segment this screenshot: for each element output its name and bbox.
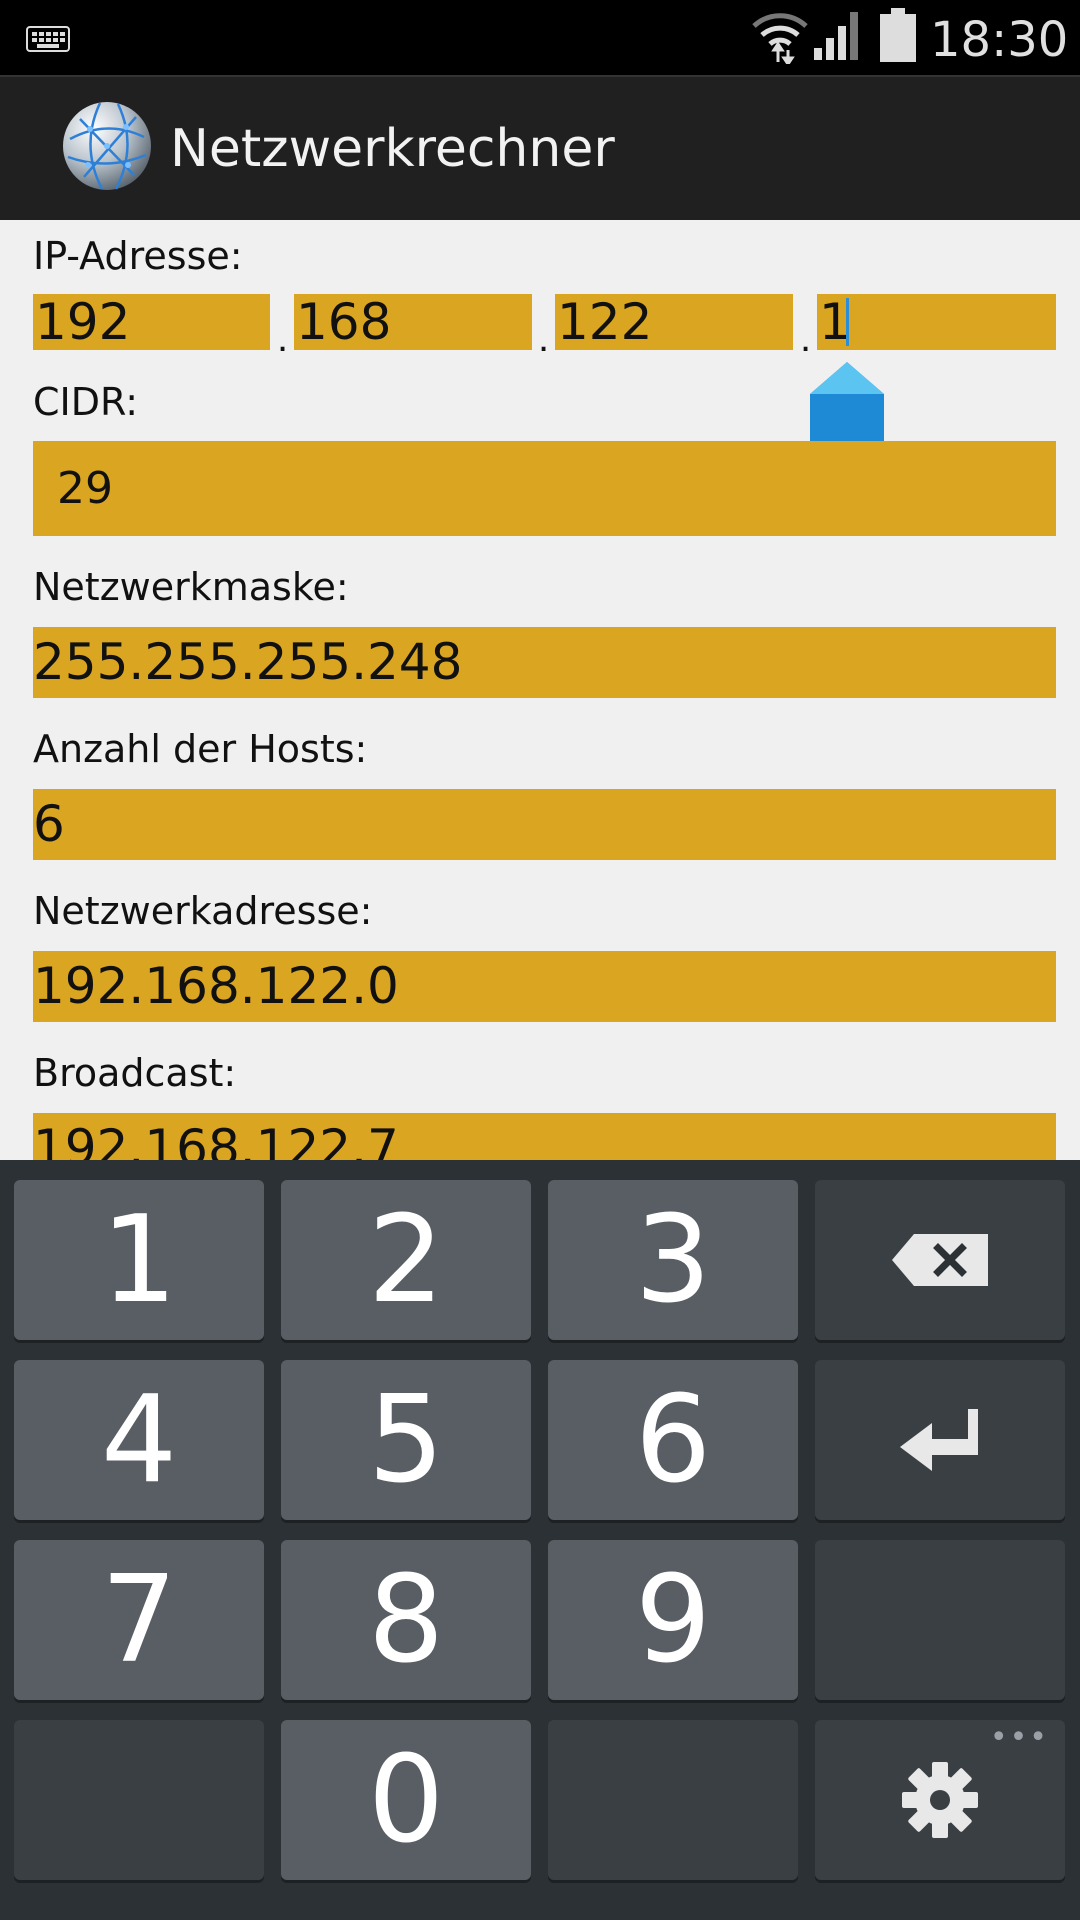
network-address-value: 192.168.122.0 [33,957,399,1015]
enter-icon [900,1409,978,1471]
action-bar: Netzwerkrechner [0,75,1080,220]
ip-octet-1-input[interactable]: 192 [33,294,270,350]
calculator-form: IP-Adresse: 192 . 168 . 122 . 1 CIDR: 29… [0,220,1080,1160]
ip-separator: . [538,316,550,360]
broadcast-value: 192.168.122.7 [33,1119,399,1160]
ip-octet-3-input[interactable]: 122 [555,294,793,350]
app-title: Netzwerkrechner [170,119,615,179]
key-7[interactable]: 7 [14,1540,264,1700]
ip-separator: . [277,316,289,360]
gear-icon [902,1762,978,1838]
ip-address-label: IP-Adresse: [33,234,243,278]
hosts-label: Anzahl der Hosts: [33,727,368,771]
blank-key[interactable] [548,1720,798,1880]
blank-key[interactable] [815,1540,1065,1700]
key-0[interactable]: 0 [281,1720,531,1880]
key-9[interactable]: 9 [548,1540,798,1700]
ip-separator: . [800,316,812,360]
key-2[interactable]: 2 [281,1180,531,1340]
ip-octet-2-input[interactable]: 168 [294,294,532,350]
status-bar: 18:30 [0,0,1080,75]
key-1[interactable]: 1 [14,1180,264,1340]
more-options-indicator: ••• [989,1720,1049,1755]
settings-key[interactable]: ••• [815,1720,1065,1880]
battery-icon [880,8,916,62]
blank-key[interactable] [14,1720,264,1880]
key-5[interactable]: 5 [281,1360,531,1520]
key-4[interactable]: 4 [14,1360,264,1520]
key-6[interactable]: 6 [548,1360,798,1520]
status-clock: 18:30 [930,12,1069,68]
netmask-field: 255.255.255.248 [33,627,1056,698]
backspace-icon [892,1234,988,1286]
keyboard-icon [26,26,70,52]
numeric-keyboard: 1 2 3 4 5 6 7 8 9 0 ••• [0,1160,1080,1920]
text-cursor [846,298,849,346]
key-8[interactable]: 8 [281,1540,531,1700]
backspace-key[interactable] [815,1180,1065,1340]
ip-octet-4-input[interactable]: 1 [817,294,1056,350]
network-address-field: 192.168.122.0 [33,951,1056,1022]
cidr-input[interactable]: 29 [33,441,1056,536]
cidr-value: 29 [57,463,113,514]
globe-network-icon [63,102,151,190]
cidr-label: CIDR: [33,380,139,424]
enter-key[interactable] [815,1360,1065,1520]
wifi-icon [752,13,808,64]
broadcast-label: Broadcast: [33,1051,237,1095]
hosts-field: 6 [33,789,1056,860]
network-address-label: Netzwerkadresse: [33,889,373,933]
cell-signal-icon [814,12,858,60]
netmask-value: 255.255.255.248 [33,633,463,691]
broadcast-field: 192.168.122.7 [33,1113,1056,1160]
netmask-label: Netzwerkmaske: [33,565,349,609]
hosts-value: 6 [33,795,65,853]
key-3[interactable]: 3 [548,1180,798,1340]
